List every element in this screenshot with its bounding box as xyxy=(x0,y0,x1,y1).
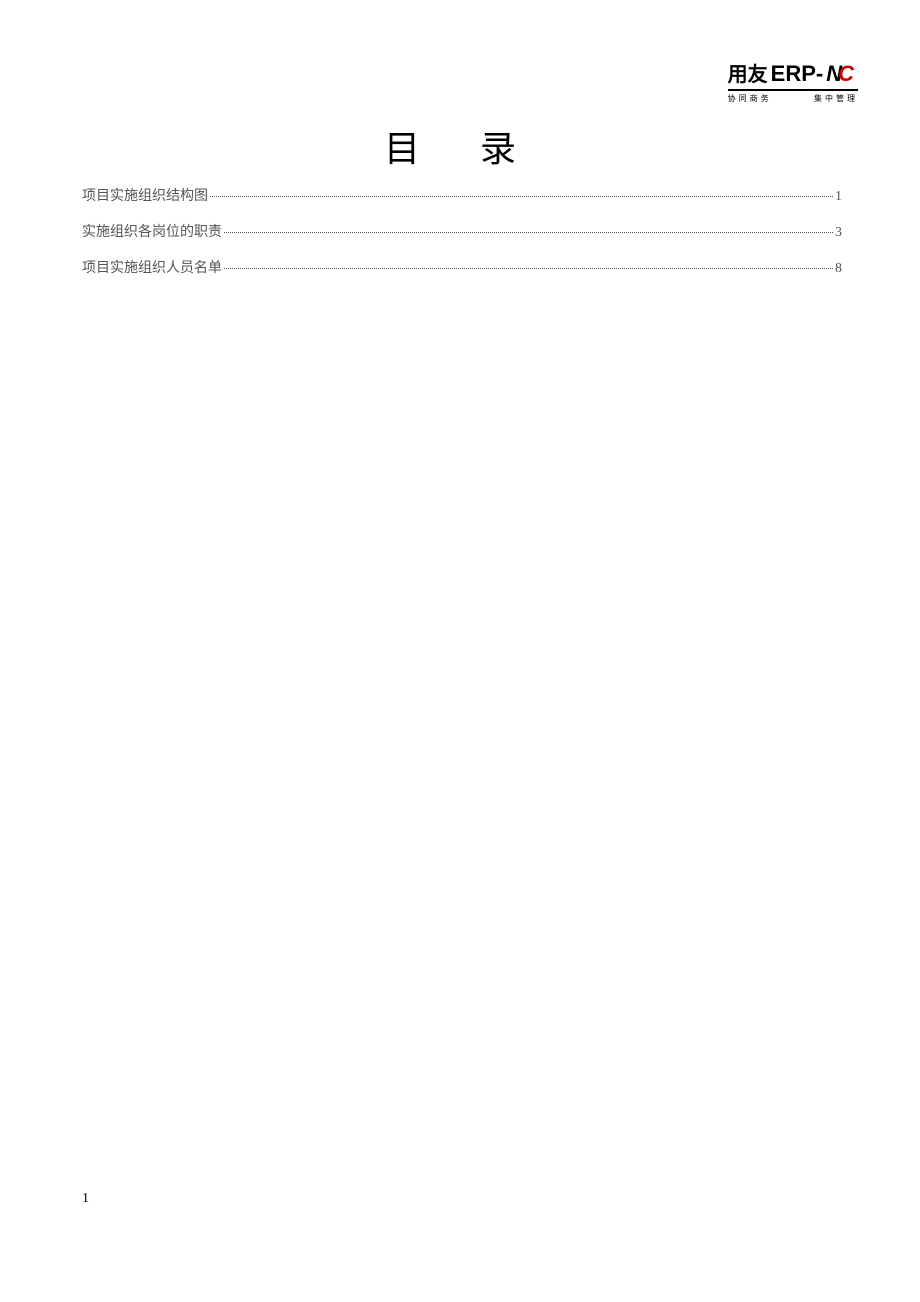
toc-item: 项目实施组织人员名单 8 xyxy=(82,257,842,277)
logo-nc-text: NC xyxy=(826,61,858,87)
toc-label: 实施组织各岗位的职责 xyxy=(82,221,222,241)
logo-sub-right: 集中管理 xyxy=(814,93,858,104)
toc-label: 项目实施组织结构图 xyxy=(82,185,208,205)
logo-c: C xyxy=(838,61,854,86)
logo: 用友 ERP- NC 协同商务 集中管理 xyxy=(728,58,858,104)
toc-page: 1 xyxy=(835,189,842,205)
logo-sub-left: 协同商务 xyxy=(728,93,772,104)
toc-item: 实施组织各岗位的职责 3 xyxy=(82,221,842,241)
toc-dots xyxy=(224,232,833,233)
toc-label: 项目实施组织人员名单 xyxy=(82,257,222,277)
toc-page: 8 xyxy=(835,261,842,277)
table-of-contents: 项目实施组织结构图 1 实施组织各岗位的职责 3 项目实施组织人员名单 8 xyxy=(82,185,842,293)
page-number: 1 xyxy=(82,1191,89,1207)
logo-main: 用友 ERP- NC xyxy=(728,58,858,91)
toc-dots xyxy=(224,268,833,269)
logo-cn-text: 用友 xyxy=(728,58,768,87)
toc-page: 3 xyxy=(835,225,842,241)
page-title: 目录 xyxy=(0,120,920,172)
logo-erp-text: ERP- xyxy=(771,61,824,87)
toc-item: 项目实施组织结构图 1 xyxy=(82,185,842,205)
toc-dots xyxy=(210,196,833,197)
title-char-1: 目 xyxy=(384,129,440,169)
logo-subtitle: 协同商务 集中管理 xyxy=(728,93,858,104)
title-char-2: 录 xyxy=(480,129,536,169)
